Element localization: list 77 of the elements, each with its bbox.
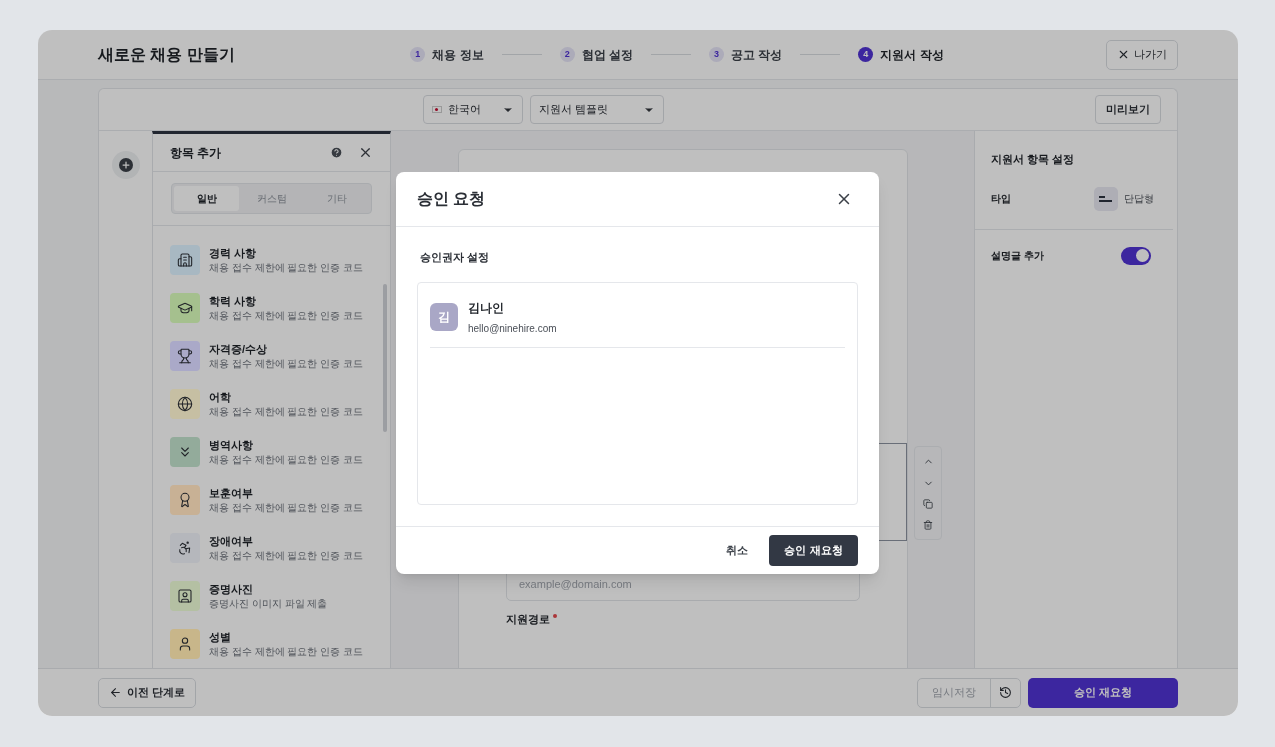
step-tab[interactable]: 2 협업 설정 — [559, 45, 633, 64]
plus-icon — [118, 158, 133, 172]
arrow-left-icon — [109, 686, 122, 699]
approver-name: 김나인 — [468, 299, 505, 317]
close-icon[interactable] — [358, 145, 373, 160]
portrait-icon — [177, 588, 193, 604]
item-option[interactable]: 경력 사항 채용 접수 제한에 필요한 인증 코드 — [170, 236, 390, 284]
section-title: 승인권자 설정 — [419, 250, 491, 265]
back-button[interactable]: 이전 단계로 — [98, 677, 197, 708]
item-description: 채용 접수 제한에 필요한 인증 코드 — [209, 645, 363, 658]
close-icon — [1117, 48, 1130, 61]
item-option[interactable]: 어학 채용 접수 제한에 필요한 인증 코드 — [170, 380, 390, 428]
person-icon — [177, 636, 193, 652]
item-description: 채용 접수 제한에 필요한 인증 코드 — [209, 309, 363, 322]
help-icon[interactable] — [330, 146, 343, 159]
approver-email: hello@ninehire.com — [468, 321, 557, 336]
item-option[interactable]: 성별 채용 접수 제한에 필요한 인증 코드 — [170, 620, 390, 668]
item-title: 장애여부 — [209, 534, 254, 549]
wheelchair-icon — [177, 540, 193, 556]
short-answer-icon — [1094, 186, 1118, 211]
preview-button[interactable]: 미리보기 — [1095, 95, 1161, 124]
page-title: 새로운 채용 만들기 — [98, 44, 236, 65]
item-title: 학력 사항 — [209, 294, 258, 309]
item-description: 채용 접수 제한에 필요한 인증 코드 — [209, 405, 363, 418]
description-toggle[interactable] — [1121, 246, 1151, 265]
item-description: 증명사진 이미지 파일 제출 — [209, 597, 328, 610]
panel-title: 항목 추가 — [170, 144, 223, 162]
avatar-initial: 김 — [430, 303, 458, 331]
submit-button[interactable]: 승인 재요청 — [1028, 677, 1178, 708]
step-tab[interactable]: 1 채용 정보 — [410, 45, 484, 64]
item-title: 자격증/수상 — [209, 342, 269, 357]
trophy-icon — [177, 348, 193, 364]
step-number: 2 — [559, 47, 575, 62]
step-tab[interactable]: 3 공고 작성 — [709, 45, 783, 64]
item-title: 증명사진 — [209, 582, 254, 597]
add-button[interactable] — [111, 151, 140, 179]
item-option[interactable]: 장애여부 채용 접수 제한에 필요한 인증 코드 — [170, 524, 390, 572]
cancel-button[interactable]: 취소 — [724, 542, 750, 559]
step-tab[interactable]: 4 지원서 작성 — [858, 45, 944, 64]
globe-icon — [177, 396, 193, 412]
item-option[interactable]: 보훈여부 채용 접수 제한에 필요한 인증 코드 — [170, 476, 390, 524]
item-description: 채용 접수 제한에 필요한 인증 코드 — [209, 453, 363, 466]
item-title: 어학 — [209, 390, 232, 405]
dialog-title: 승인 요청 — [417, 189, 487, 209]
flag-icon — [431, 106, 442, 113]
item-title: 성별 — [209, 630, 232, 645]
item-title: 보훈여부 — [209, 486, 254, 501]
item-description: 채용 접수 제한에 필요한 인증 코드 — [209, 549, 363, 562]
graduation-cap-icon — [177, 300, 193, 316]
segment-tab[interactable]: 일반 — [174, 186, 239, 211]
exit-button[interactable]: 나가기 — [1106, 39, 1178, 70]
item-option[interactable]: 증명사진 증명사진 이미지 파일 제출 — [170, 572, 390, 620]
building-icon — [177, 252, 193, 268]
item-title: 경력 사항 — [209, 246, 258, 261]
language-select[interactable]: 한국어 — [422, 95, 523, 124]
medal-icon — [177, 492, 193, 508]
step-number: 3 — [709, 47, 724, 62]
step-number: 1 — [410, 47, 426, 62]
item-option[interactable]: 학력 사항 채용 접수 제한에 필요한 인증 코드 — [170, 284, 390, 332]
scrollbar[interactable] — [383, 284, 387, 432]
item-option[interactable]: 병역사항 채용 접수 제한에 필요한 인증 코드 — [170, 428, 390, 476]
item-option[interactable]: 자격증/수상 채용 접수 제한에 필요한 인증 코드 — [170, 332, 390, 380]
type-value: 단답형 — [1124, 192, 1154, 206]
template-select[interactable]: 지원서 템플릿 — [529, 95, 664, 124]
settings-title: 지원서 항목 설정 — [991, 152, 1076, 167]
history-icon — [999, 686, 1012, 699]
copy-icon[interactable] — [923, 499, 933, 510]
description-label: 설명글 추가 — [991, 249, 1045, 263]
step-number: 4 — [858, 47, 874, 62]
type-label: 타입 — [991, 192, 1012, 206]
item-description: 채용 접수 제한에 필요한 인증 코드 — [209, 357, 363, 370]
item-description: 채용 접수 제한에 필요한 인증 코드 — [209, 261, 363, 274]
field-label: 지원경로 — [506, 612, 550, 627]
confirm-button[interactable]: 승인 재요청 — [769, 535, 858, 566]
trash-icon[interactable] — [923, 519, 933, 530]
item-description: 채용 접수 제한에 필요한 인증 코드 — [209, 501, 363, 514]
item-title: 병역사항 — [209, 438, 254, 453]
